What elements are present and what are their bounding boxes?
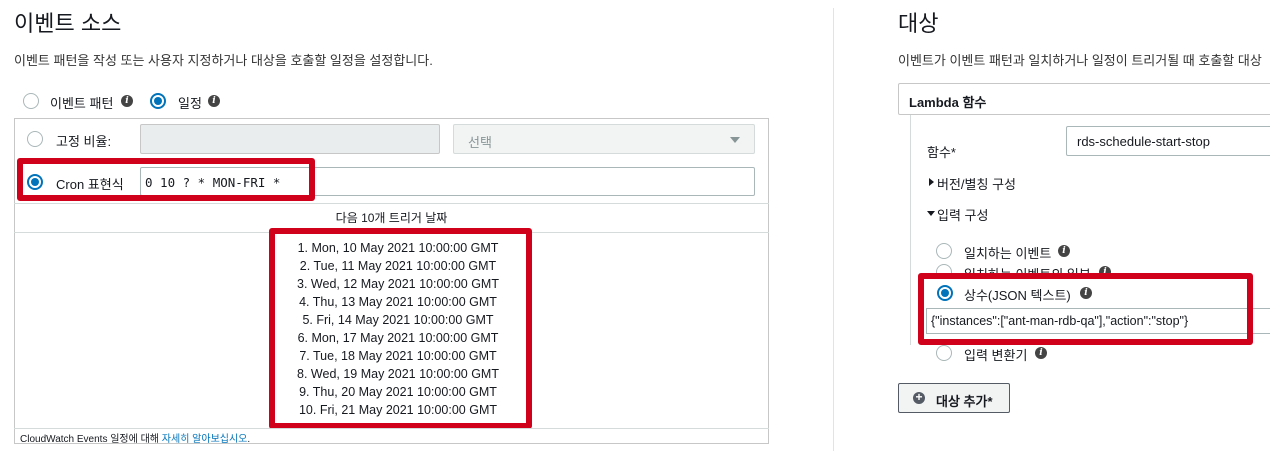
constant-json-highlight-box bbox=[918, 273, 1253, 345]
targets-description: 이벤트가 이벤트 패턴과 일치하거나 일정이 트리거될 때 호출할 대상 bbox=[898, 53, 1262, 68]
caret-down-icon[interactable] bbox=[927, 211, 935, 216]
divider bbox=[14, 203, 769, 204]
target-type-select[interactable]: Lambda 함수 bbox=[898, 83, 1270, 115]
add-target-button[interactable]: + 대상 추가* bbox=[898, 383, 1010, 413]
target-type-value: Lambda 함수 bbox=[909, 95, 987, 110]
fixed-rate-radio[interactable] bbox=[27, 131, 43, 147]
chevron-down-icon bbox=[730, 137, 740, 143]
target-config-border bbox=[910, 115, 911, 345]
matched-event-radio[interactable] bbox=[936, 243, 952, 259]
targets-title: 대상 bbox=[898, 11, 939, 36]
function-select[interactable]: rds-schedule-start-stop bbox=[1066, 126, 1270, 156]
rate-unit-select-value: 선택 bbox=[468, 135, 492, 150]
event-pattern-info-icon[interactable]: i bbox=[121, 95, 133, 107]
schedule-label: 일정 bbox=[178, 96, 202, 111]
fixed-rate-input[interactable] bbox=[140, 124, 440, 154]
divider bbox=[14, 428, 769, 429]
footer-period: . bbox=[247, 434, 251, 445]
next-triggers-header: 다음 10개 트리거 날짜 bbox=[335, 211, 448, 225]
function-value: rds-schedule-start-stop bbox=[1077, 134, 1210, 149]
add-target-label: 대상 추가* bbox=[936, 394, 993, 409]
schedule-info-icon[interactable]: i bbox=[208, 95, 220, 107]
caret-right-icon[interactable] bbox=[929, 178, 934, 186]
event-source-description: 이벤트 패턴을 작성 또는 사용자 지정하거나 대상을 호출할 일정을 설정합니… bbox=[14, 53, 433, 68]
event-pattern-radio[interactable] bbox=[23, 93, 39, 109]
schedule-footer: CloudWatch Events 일정에 대해 자세히 알아보십시오. bbox=[20, 430, 250, 445]
cron-highlight-box bbox=[17, 158, 315, 201]
input-transformer-info-icon[interactable]: i bbox=[1035, 347, 1047, 359]
input-transformer-radio[interactable] bbox=[936, 345, 952, 361]
footer-text: CloudWatch Events 일정에 대해 bbox=[20, 434, 160, 445]
event-pattern-label: 이벤트 패턴 bbox=[50, 96, 114, 111]
trigger-dates-highlight-box bbox=[269, 228, 532, 429]
fixed-rate-label: 고정 비율: bbox=[56, 134, 112, 149]
input-transformer-label: 입력 변환기 bbox=[964, 348, 1028, 363]
plus-circle-icon: + bbox=[913, 391, 925, 404]
matched-event-label: 일치하는 이벤트 bbox=[964, 246, 1052, 261]
matched-event-info-icon[interactable]: i bbox=[1058, 245, 1070, 257]
rate-unit-select[interactable]: 선택 bbox=[453, 124, 755, 154]
version-alias-toggle[interactable]: 버전/별칭 구성 bbox=[937, 174, 1016, 193]
input-config-toggle[interactable]: 입력 구성 bbox=[937, 205, 988, 224]
event-source-title: 이벤트 소스 bbox=[14, 11, 122, 36]
function-label: 함수* bbox=[927, 145, 956, 160]
panel-separator bbox=[833, 8, 834, 451]
schedule-radio[interactable] bbox=[150, 93, 166, 109]
learn-more-link[interactable]: 자세히 알아보십시오 bbox=[162, 434, 248, 445]
